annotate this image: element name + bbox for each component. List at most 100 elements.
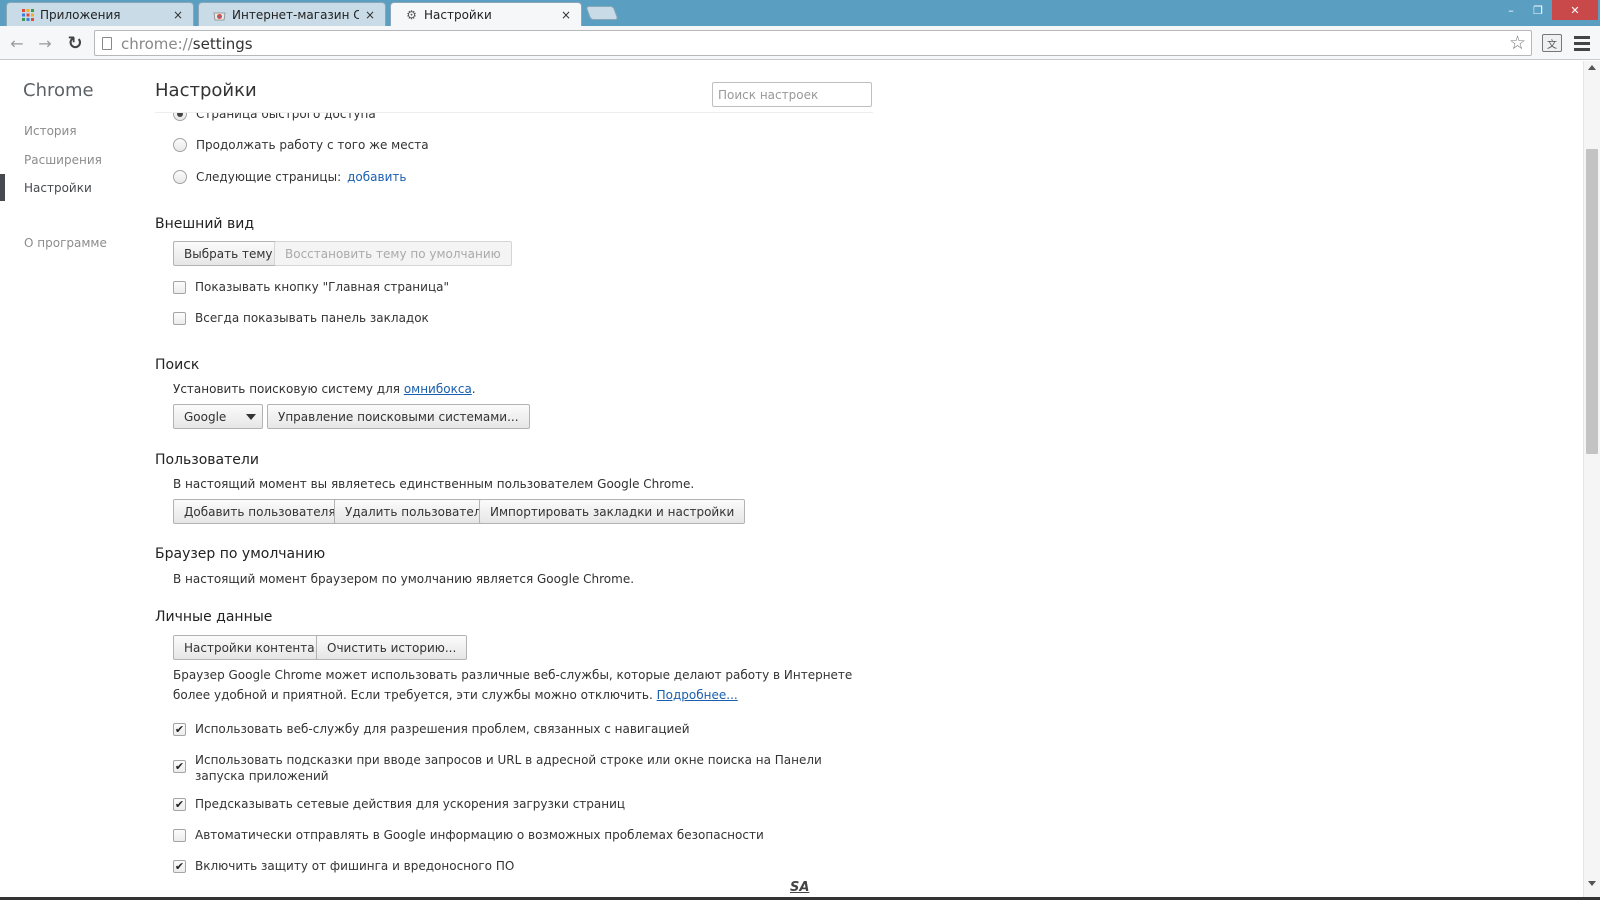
gear-icon: ⚙ (406, 7, 417, 22)
remove-user-button[interactable]: Удалить пользователя (334, 499, 500, 524)
bookmark-star-icon[interactable]: ☆ (1509, 32, 1526, 54)
checkbox-checked[interactable]: ✔ (173, 760, 186, 773)
sidebar-item-history[interactable]: История (24, 124, 77, 138)
sidebar-item-extensions[interactable]: Расширения (24, 153, 102, 167)
checkbox-checked[interactable]: ✔ (173, 859, 186, 873)
settings-content: Страница быстрого доступа Продолжать раб… (155, 100, 915, 900)
maximize-button[interactable]: ❐ (1525, 0, 1551, 20)
sidebar: Chrome История Расширения Настройки О пр… (0, 61, 150, 900)
tab-title: Настройки (424, 7, 492, 22)
close-icon[interactable]: × (559, 8, 573, 22)
toolbar: ← → ↻ chrome://settings ☆ 文 (0, 26, 1600, 60)
reload-icon[interactable]: ↻ (64, 32, 86, 54)
search-engine-select[interactable]: Google (173, 404, 263, 429)
url-text: chrome://settings (121, 35, 253, 53)
omnibox-link[interactable]: омнибокса (404, 382, 472, 396)
startup-option-continue[interactable]: Продолжать работу с того же места (173, 138, 429, 152)
add-user-button[interactable]: Добавить пользователя... (173, 499, 359, 524)
tab-settings[interactable]: ⚙ Настройки × (390, 2, 582, 26)
section-title-appearance: Внешний вид (155, 216, 255, 232)
tab-apps[interactable]: Приложения × (6, 2, 194, 26)
forward-arrow-icon[interactable]: → (34, 32, 56, 54)
checkbox[interactable] (173, 280, 186, 294)
reset-theme-button[interactable]: Восстановить тему по умолчанию (274, 241, 512, 266)
users-description: В настоящий момент вы являетесь единстве… (173, 477, 695, 491)
scroll-thumb[interactable] (1586, 149, 1598, 454)
close-window-button[interactable]: ✕ (1552, 0, 1598, 20)
learn-more-link[interactable]: Подробнее... (657, 688, 738, 702)
privacy-description-line1: Браузер Google Chrome может использовать… (173, 668, 853, 682)
watermark: SA (790, 880, 810, 895)
search-engine-value: Google (184, 409, 227, 424)
close-icon[interactable]: × (171, 8, 185, 22)
add-pages-link[interactable]: добавить (347, 170, 406, 184)
section-title-privacy: Личные данные (155, 609, 273, 625)
choose-theme-button[interactable]: Выбрать тему (173, 241, 284, 266)
sidebar-item-about[interactable]: О программе (24, 236, 107, 250)
option-label-line1: Использовать подсказки при вводе запросо… (195, 753, 822, 767)
privacy-description-line2: более удобной и приятной. Если требуется… (173, 685, 852, 705)
page-icon (102, 37, 112, 50)
option-label: Всегда показывать панель закладок (195, 311, 429, 325)
web-store-icon (213, 8, 226, 21)
option-label: Включить защиту от фишинга и вредоносног… (195, 859, 515, 873)
manage-search-engines-button[interactable]: Управление поисковыми системами... (267, 404, 530, 429)
new-tab-button[interactable] (585, 6, 619, 20)
option-label-line2: запуска приложений (195, 769, 329, 783)
show-bookmarks-bar-option[interactable]: Всегда показывать панель закладок (173, 311, 429, 325)
tab-web-store[interactable]: Интернет-магазин Chrome × (198, 2, 386, 26)
checkbox-checked[interactable]: ✔ (173, 722, 186, 736)
scroll-down-arrow-icon[interactable] (1588, 881, 1596, 886)
search-description-end: . (471, 382, 476, 396)
scroll-up-arrow-icon[interactable] (1588, 65, 1596, 70)
phishing-protection-option[interactable]: ✔ Включить защиту от фишинга и вредоносн… (173, 859, 514, 873)
page-title: Настройки (155, 80, 257, 101)
navigation-errors-option[interactable]: ✔ Использовать веб-службу для разрешения… (173, 722, 690, 736)
close-icon[interactable]: × (363, 8, 377, 22)
search-description-text: Установить поисковую систему для (173, 382, 400, 396)
radio-button[interactable] (173, 170, 187, 184)
clear-history-button[interactable]: Очистить историю... (316, 635, 468, 660)
sidebar-item-settings[interactable]: Настройки (24, 181, 92, 195)
import-bookmarks-button[interactable]: Импортировать закладки и настройки (479, 499, 746, 524)
minimize-button[interactable]: – (1498, 0, 1524, 20)
url-path: settings (192, 35, 253, 53)
checkbox-checked[interactable]: ✔ (173, 797, 186, 811)
default-browser-description: В настоящий момент браузером по умолчани… (173, 572, 635, 586)
apps-grid-icon (21, 8, 34, 21)
section-title-default-browser: Браузер по умолчанию (155, 546, 326, 562)
privacy-description-text: более удобной и приятной. Если требуется… (173, 688, 653, 702)
option-label: Показывать кнопку "Главная страница" (195, 280, 449, 294)
send-security-info-option[interactable]: Автоматически отправлять в Google информ… (173, 828, 764, 842)
option-label: Автоматически отправлять в Google информ… (195, 828, 764, 842)
section-title-search: Поиск (155, 357, 200, 373)
sidebar-brand: Chrome (23, 80, 94, 101)
checkbox[interactable] (173, 311, 186, 325)
translate-extension-icon[interactable]: 文 (1542, 34, 1562, 52)
section-title-users: Пользователи (155, 452, 259, 468)
option-label: Продолжать работу с того же места (196, 138, 429, 152)
back-arrow-icon[interactable]: ← (6, 32, 28, 54)
settings-header: Настройки (155, 61, 873, 113)
menu-icon[interactable] (1574, 34, 1590, 52)
tab-strip: Приложения × Интернет-магазин Chrome × ⚙… (0, 0, 1600, 26)
show-home-button-option[interactable]: Показывать кнопку "Главная страница" (173, 280, 449, 294)
vertical-scrollbar[interactable] (1583, 61, 1600, 900)
privacy-description: Браузер Google Chrome может использовать… (173, 665, 852, 705)
address-bar[interactable]: chrome://settings ☆ (94, 30, 1532, 56)
url-scheme: chrome:// (121, 35, 193, 53)
predict-network-option[interactable]: ✔ Предсказывать сетевые действия для уск… (173, 797, 625, 811)
startup-option-pages[interactable]: Следующие страницы: добавить (173, 170, 406, 184)
search-description: Установить поисковую систему для омнибок… (173, 382, 476, 396)
content-settings-button[interactable]: Настройки контента... (173, 635, 338, 660)
tab-title: Интернет-магазин Chrome (232, 7, 359, 22)
option-label: Предсказывать сетевые действия для ускор… (195, 797, 626, 811)
selected-marker (0, 174, 5, 201)
search-suggestions-option[interactable]: ✔ Использовать подсказки при вводе запро… (173, 752, 822, 784)
dropdown-arrow-icon (246, 414, 256, 420)
option-label: Использовать подсказки при вводе запросо… (195, 752, 822, 784)
option-label: Следующие страницы: (196, 170, 342, 184)
search-settings-input[interactable] (712, 82, 872, 107)
radio-button[interactable] (173, 138, 187, 152)
checkbox[interactable] (173, 828, 186, 842)
